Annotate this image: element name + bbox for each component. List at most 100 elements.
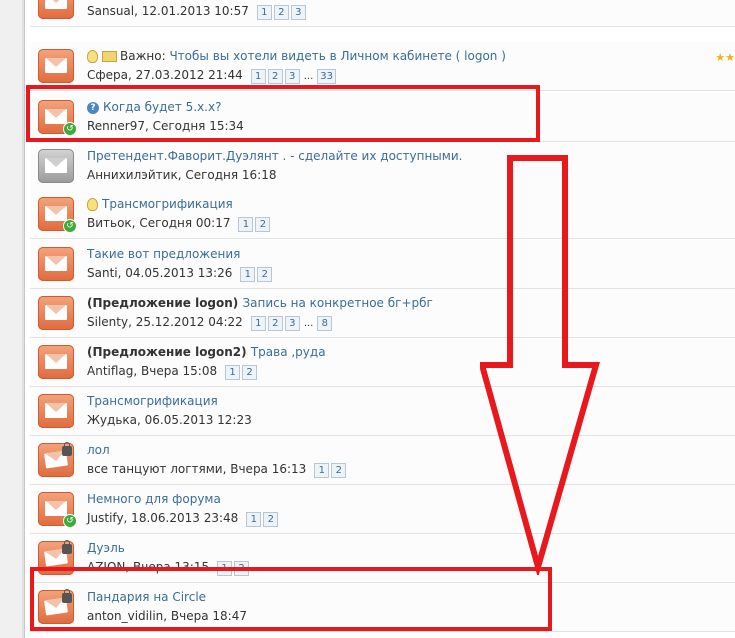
topic-title-line: лол bbox=[87, 443, 110, 457]
page-link[interactable]: 1 bbox=[314, 463, 330, 478]
unread-go-icon[interactable]: ↺ bbox=[63, 219, 77, 233]
topic-author-date: все танцуют логтями, Вчера 16:13 bbox=[87, 462, 307, 476]
envelope-shape bbox=[45, 305, 67, 320]
page-link[interactable]: 1 bbox=[225, 365, 241, 380]
topic-title-link[interactable]: Трансмогрификация bbox=[102, 197, 233, 211]
topic-title-line: Претендент.Фаворит.Дуэлянт . - сделайте … bbox=[87, 149, 462, 163]
topic-meta-line: все танцуют логтями, Вчера 16:13 1 2 bbox=[87, 462, 348, 478]
unread-go-icon[interactable]: ↺ bbox=[63, 514, 77, 528]
page-link[interactable]: 2 bbox=[273, 5, 289, 20]
page-ellipsis: ... bbox=[303, 318, 314, 329]
page-link[interactable]: 8 bbox=[317, 316, 333, 331]
topic-title-line: (Предложение logon) Запись на конкретное… bbox=[87, 296, 433, 310]
highlight-box-bottom bbox=[30, 567, 552, 631]
topic-row[interactable]: Претендент.Фаворит.Дуэлянт . - сделайте … bbox=[30, 142, 735, 191]
topic-title-link[interactable]: Такие вот предложения bbox=[87, 247, 240, 261]
page-links: 12 bbox=[240, 266, 274, 282]
page-link[interactable]: 3 bbox=[290, 5, 306, 20]
lock-icon bbox=[62, 540, 72, 554]
topic-author-date: Сфера, 27.03.2012 21:44 bbox=[87, 68, 243, 82]
envelope-shape bbox=[45, 501, 67, 516]
topic-prefix: Важно: bbox=[120, 49, 170, 63]
topic-title-link[interactable]: Дуэль bbox=[87, 541, 125, 555]
envelope-icon bbox=[38, 394, 74, 428]
topic-author-date: Antiflag, Вчера 15:08 bbox=[87, 364, 218, 378]
topic-meta-line: Justify, 18.06.2013 23:48 1 2 bbox=[87, 511, 280, 527]
topic-author-date: Жудька, 06.05.2013 12:23 bbox=[87, 413, 252, 427]
page-link[interactable]: 2 bbox=[263, 512, 279, 527]
page-link[interactable]: 1 bbox=[250, 316, 266, 331]
topic-row[interactable]: (Предложение logon) Запись на конкретное… bbox=[30, 289, 735, 338]
envelope-shape bbox=[45, 354, 67, 369]
page-link[interactable]: 2 bbox=[242, 365, 258, 380]
topic-row[interactable]: (Предложение logon2) Трава ,руда Antiflag… bbox=[30, 338, 735, 387]
envelope-shape bbox=[45, 0, 67, 9]
page-link[interactable]: 3 bbox=[284, 316, 300, 331]
topic-title-link[interactable]: Претендент.Фаворит.Дуэлянт . - сделайте … bbox=[87, 149, 462, 163]
topic-title-link[interactable]: Немного для форума bbox=[87, 492, 221, 506]
rating-stars: ★★ bbox=[715, 51, 735, 64]
page-link[interactable]: 2 bbox=[255, 217, 271, 232]
topic-row[interactable]: лол все танцуют логтями, Вчера 16:13 1 2 bbox=[30, 436, 735, 485]
page-link[interactable]: 1 bbox=[250, 69, 266, 84]
envelope-icon bbox=[38, 0, 74, 19]
page-link[interactable]: 1 bbox=[256, 5, 272, 20]
topic-prefix-bold: (Предложение logon) bbox=[87, 296, 243, 310]
down-arrow-annotation bbox=[480, 155, 600, 575]
gutter-line bbox=[22, 0, 24, 638]
mini-envelope-icon bbox=[102, 51, 117, 62]
envelope-icon bbox=[38, 345, 74, 379]
topic-title-line: Дуэль bbox=[87, 541, 125, 555]
page-links: 1 2 3... 33 bbox=[250, 68, 338, 84]
envelope-icon bbox=[38, 296, 74, 330]
envelope-icon bbox=[38, 442, 74, 477]
topic-meta-line: Silenty, 25.12.2012 04:22 1 2 3... 8 bbox=[87, 315, 334, 331]
topic-meta-line: Витьок, Сегодня 00:17 1 2 bbox=[87, 216, 272, 232]
topic-row[interactable]: ↺ Немного для форума Justify, 18.06.2013 2… bbox=[30, 485, 735, 534]
topic-row[interactable]: Трансмогрификация Жудька, 06.05.2013 12:2… bbox=[30, 387, 735, 436]
topic-prefix-bold: (Предложение logon2) bbox=[87, 345, 251, 359]
topic-author-date: Витьок, Сегодня 00:17 bbox=[87, 216, 231, 230]
page-link[interactable]: 1 bbox=[238, 217, 254, 232]
envelope-shape bbox=[45, 206, 67, 221]
lightbulb-icon bbox=[87, 198, 98, 211]
envelope-icon: ↺ bbox=[38, 197, 77, 233]
page-ellipsis: ... bbox=[303, 71, 314, 82]
topic-row[interactable]: Важно: Чтобы вы хотели видеть в Личном к… bbox=[30, 42, 735, 91]
page-link[interactable]: 2 bbox=[257, 267, 273, 282]
page-link[interactable]: 2 bbox=[331, 463, 347, 478]
topic-title-link[interactable]: Трансмогрификация bbox=[87, 394, 218, 408]
page-links: 12 bbox=[238, 216, 272, 232]
topic-author-date: Sansual, 12.01.2013 10:57 bbox=[87, 4, 249, 18]
page-link[interactable]: 2 bbox=[267, 69, 283, 84]
topic-meta-line: Sansual, 12.01.2013 10:57 1 2 3 bbox=[87, 4, 308, 20]
page-links: 12 bbox=[246, 511, 280, 527]
topic-row[interactable]: Такие вот предложения Santi, 04.05.2013 1… bbox=[30, 240, 735, 289]
topic-title-line: (Предложение logon2) Трава ,руда bbox=[87, 345, 326, 359]
envelope-shape bbox=[45, 58, 67, 73]
envelope-icon bbox=[38, 49, 74, 83]
topic-title-line: Трансмогрификация bbox=[87, 394, 218, 408]
topic-title-link[interactable]: Чтобы вы хотели видеть в Личном кабинете… bbox=[169, 49, 505, 63]
envelope-shape bbox=[45, 256, 67, 271]
page-link[interactable]: 1 bbox=[246, 512, 262, 527]
page-link[interactable]: 33 bbox=[317, 69, 337, 84]
page-links: 12 bbox=[225, 364, 259, 380]
topic-title-link[interactable]: лол bbox=[87, 443, 110, 457]
topic-meta-line: Antiflag, Вчера 15:08 1 2 bbox=[87, 364, 259, 380]
page-links: 12 bbox=[314, 462, 348, 478]
topic-title-line: Трансмогрификация bbox=[87, 197, 233, 211]
envelope-icon: ↺ bbox=[38, 492, 77, 528]
lightbulb-icon bbox=[87, 50, 98, 63]
topic-title-link[interactable]: Трава ,руда bbox=[251, 345, 326, 359]
topic-author-date: Justify, 18.06.2013 23:48 bbox=[87, 511, 239, 525]
topic-title-link[interactable]: Запись на конкретное бг+рбг bbox=[242, 296, 432, 310]
page-link[interactable]: 1 bbox=[240, 267, 256, 282]
page-links: 123 bbox=[256, 4, 308, 20]
page-link[interactable]: 2 bbox=[267, 316, 283, 331]
topic-row[interactable]: ↺ Трансмогрификация Витьок, Сегодня 00:17 1… bbox=[30, 190, 735, 239]
topic-row[interactable]: Важно: Чтобы вы хотели видеть в Личном к… bbox=[30, 0, 735, 27]
page-link[interactable]: 3 bbox=[284, 69, 300, 84]
topic-author-date: Аннихилэйтик, Сегодня 16:18 bbox=[87, 168, 277, 182]
topic-meta-line: Аннихилэйтик, Сегодня 16:18 bbox=[87, 168, 277, 182]
